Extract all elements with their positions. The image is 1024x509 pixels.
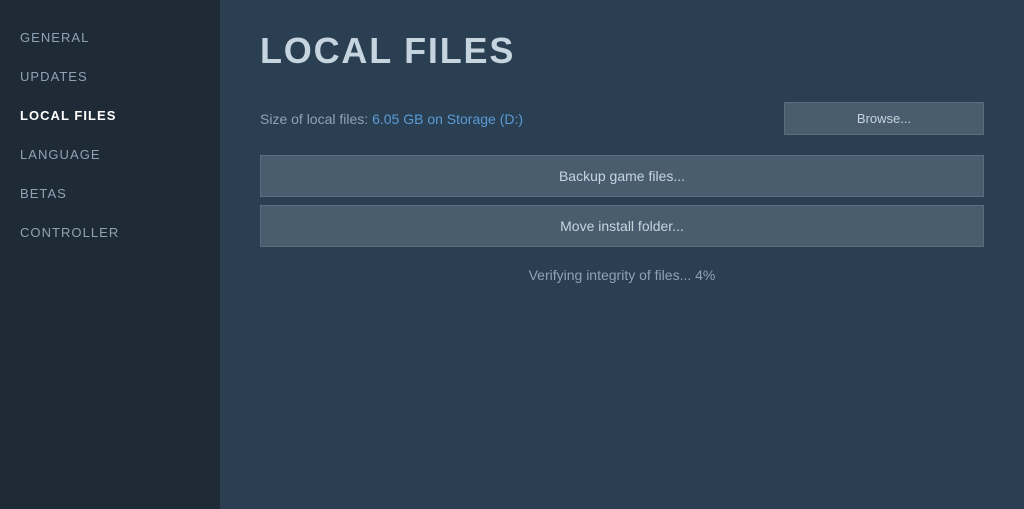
main-content: LOCAL FILES Size of local files: 6.05 GB… — [220, 0, 1024, 509]
verify-status: Verifying integrity of files... 4% — [260, 267, 984, 283]
browse-button[interactable]: Browse... — [784, 102, 984, 135]
file-size-value: 6.05 GB on Storage (D:) — [372, 111, 523, 127]
move-install-folder-button[interactable]: Move install folder... — [260, 205, 984, 247]
sidebar-item-updates[interactable]: UPDATES — [0, 59, 220, 94]
sidebar-item-language[interactable]: LANGUAGE — [0, 137, 220, 172]
page-title: LOCAL FILES — [260, 30, 984, 72]
file-size-row: Size of local files: 6.05 GB on Storage … — [260, 102, 984, 135]
sidebar-item-betas[interactable]: BETAS — [0, 176, 220, 211]
file-size-label: Size of local files: 6.05 GB on Storage … — [260, 111, 523, 127]
buttons-container: Backup game files... Move install folder… — [260, 155, 984, 247]
sidebar-item-controller[interactable]: CONTROLLER — [0, 215, 220, 250]
sidebar-item-local-files[interactable]: LOCAL FILES — [0, 98, 220, 133]
sidebar-item-general[interactable]: GENERAL — [0, 20, 220, 55]
backup-game-files-button[interactable]: Backup game files... — [260, 155, 984, 197]
sidebar: GENERAL UPDATES LOCAL FILES LANGUAGE BET… — [0, 0, 220, 509]
